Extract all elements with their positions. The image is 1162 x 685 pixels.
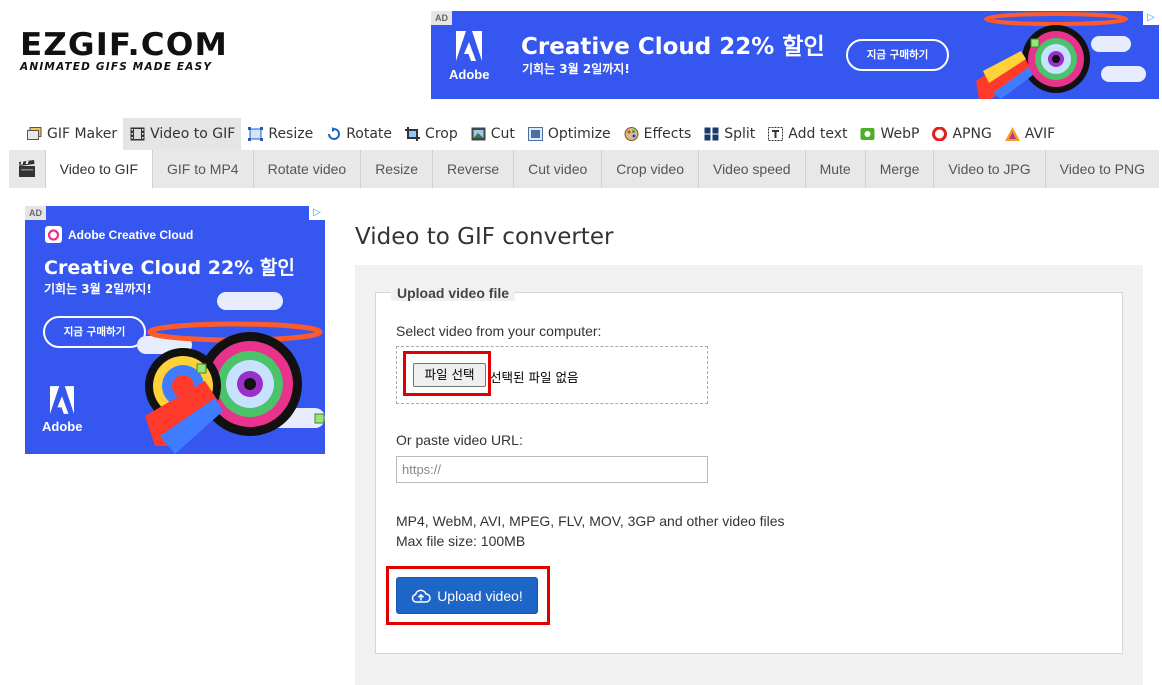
gif-maker-icon (27, 127, 42, 141)
adobe-logo: Adobe (42, 386, 82, 434)
crop-icon (405, 127, 421, 141)
nav-avif[interactable]: AVIF (998, 118, 1061, 150)
nav-label: Crop (425, 126, 458, 142)
cloud-upload-icon (411, 589, 431, 603)
nav-label: APNG (952, 126, 992, 142)
nav-label: AVIF (1024, 126, 1056, 142)
adobe-logo: Adobe (449, 31, 489, 82)
adobe-wordmark: Adobe (42, 419, 83, 434)
nav-label: Video to GIF (150, 126, 236, 142)
nav-effects[interactable]: Effects (617, 118, 698, 150)
ad-buy-button[interactable]: 지금 구매하기 (43, 316, 146, 348)
ad-subtitle: 기회는 3월 2일까지! (522, 62, 630, 76)
subnav-video-to-jpg[interactable]: Video to JPG (934, 150, 1046, 188)
nav-label: GIF Maker (47, 126, 118, 142)
nav-label: WebP (880, 126, 920, 142)
logo-text: EZGIF.COM (20, 27, 228, 63)
ad-buy-button[interactable]: 지금 구매하기 (846, 39, 949, 71)
subnav-resize[interactable]: Resize (361, 150, 433, 188)
side-banner-ad[interactable]: AD ▷ Adobe Creative Cloud Creative Cloud… (25, 206, 325, 454)
formats-text: MP4, WebM, AVI, MPEG, FLV, MOV, 3GP and … (396, 513, 785, 529)
nav-gif-maker[interactable]: GIF Maker (20, 118, 123, 150)
choose-file-button[interactable]: 파일 선택 (413, 363, 486, 387)
nav-label: Cut (490, 126, 515, 142)
avif-icon (1004, 127, 1020, 141)
upload-button-label: Upload video! (437, 587, 523, 604)
main-nav: GIF Maker Video to GIF Resize Rotate Cro… (20, 118, 1061, 150)
nav-crop[interactable]: Crop (398, 118, 464, 150)
subnav-video-to-png[interactable]: Video to PNG (1046, 150, 1159, 188)
subnav-gif-to-mp4[interactable]: GIF to MP4 (153, 150, 254, 188)
ad-artwork (976, 12, 1146, 99)
page-title: Video to GIF converter (355, 224, 614, 250)
subnav-cut-video[interactable]: Cut video (514, 150, 603, 188)
webp-icon (860, 127, 875, 141)
nav-webp[interactable]: WebP (853, 118, 925, 150)
nav-optimize[interactable]: Optimize (521, 118, 617, 150)
clapperboard-icon (9, 150, 46, 188)
subnav-rotate-video[interactable]: Rotate video (254, 150, 362, 188)
nav-cut[interactable]: Cut (464, 118, 521, 150)
add-text-icon (768, 127, 784, 141)
nav-rotate[interactable]: Rotate (319, 118, 398, 150)
nav-split[interactable]: Split (697, 118, 761, 150)
rotate-icon (326, 127, 341, 141)
adobe-icon (50, 386, 75, 414)
ad-label: AD (25, 206, 46, 220)
nav-label: Resize (268, 126, 314, 142)
ad-title: Creative Cloud 22% 할인 (44, 257, 295, 279)
ad-title: Creative Cloud 22% 할인 (521, 34, 825, 60)
nav-label: Effects (643, 126, 692, 142)
nav-label: Split (724, 126, 756, 142)
top-banner-ad[interactable]: AD ▷ Adobe Creative Cloud 22% 할인 기회는 3월 … (431, 11, 1159, 99)
effects-icon (624, 127, 639, 141)
ad-label: AD (431, 11, 452, 25)
split-icon (704, 127, 719, 141)
nav-label: Optimize (547, 126, 611, 142)
upload-legend: Upload video file (391, 285, 516, 301)
ad-brand-text: Adobe Creative Cloud (68, 227, 194, 242)
optimize-icon (527, 127, 543, 141)
video-url-input[interactable] (396, 456, 708, 483)
adobe-icon (456, 31, 483, 61)
nav-resize[interactable]: Resize (241, 118, 319, 150)
ad-artwork (137, 292, 325, 454)
film-icon (130, 127, 145, 141)
site-logo[interactable]: EZGIF.COM ANIMATED GIFS MADE EASY (20, 30, 252, 74)
select-file-label: Select video from your computer: (396, 323, 602, 339)
ad-brand-line: Adobe Creative Cloud (45, 226, 193, 243)
upload-video-button[interactable]: Upload video! (396, 577, 538, 614)
creative-cloud-icon (45, 226, 62, 243)
subnav-video-to-gif[interactable]: Video to GIF (45, 150, 153, 188)
adchoices-icon[interactable]: ▷ (309, 206, 325, 220)
file-status-text: 선택된 파일 없음 (490, 370, 579, 385)
apng-icon (932, 126, 948, 142)
subnav-reverse[interactable]: Reverse (433, 150, 515, 188)
max-size-text: Max file size: 100MB (396, 533, 526, 549)
subnav-merge[interactable]: Merge (866, 150, 935, 188)
subnav-crop-video[interactable]: Crop video (602, 150, 699, 188)
resize-icon (248, 127, 264, 141)
nav-apng[interactable]: APNG (925, 118, 997, 150)
subnav-video-speed[interactable]: Video speed (699, 150, 806, 188)
subnav-mute[interactable]: Mute (806, 150, 866, 188)
sub-nav: Video to GIF GIF to MP4 Rotate video Res… (9, 150, 1159, 188)
adobe-wordmark: Adobe (449, 67, 490, 82)
nav-video-to-gif[interactable]: Video to GIF (123, 118, 242, 150)
nav-add-text[interactable]: Add text (761, 118, 853, 150)
nav-label: Rotate (346, 126, 393, 142)
url-label: Or paste video URL: (396, 432, 523, 448)
nav-label: Add text (788, 126, 848, 142)
cut-icon (471, 127, 486, 141)
